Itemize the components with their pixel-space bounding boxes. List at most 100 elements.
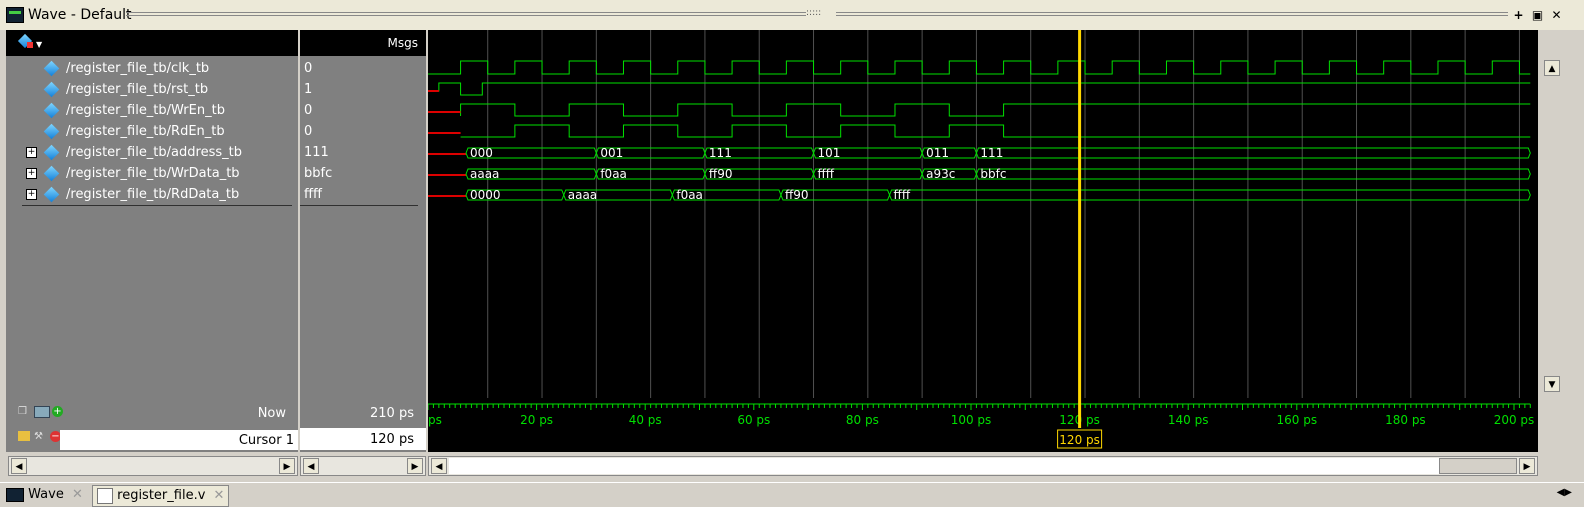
expand-icon[interactable]: +	[26, 168, 37, 179]
signal-list[interactable]: /register_file_tb/clk_tb/register_file_t…	[6, 58, 298, 218]
name-scroll-right[interactable]: ▶	[279, 458, 295, 474]
signal-row[interactable]: /register_file_tb/clk_tb	[6, 58, 298, 79]
cursor-time-label: 120 ps	[1059, 433, 1100, 447]
cursor-value-field: 120 ps	[300, 428, 426, 450]
signal-icon	[43, 123, 60, 140]
signal-dropdown-icon[interactable]: ▼	[17, 33, 42, 50]
wave-scroll-left[interactable]: ◀	[431, 458, 447, 474]
signal-name: /register_file_tb/clk_tb	[66, 61, 210, 76]
rddata-bus-label: f0aa	[676, 188, 703, 202]
cursor-name-field[interactable]: Cursor 1	[60, 430, 298, 450]
zoom-in-icon[interactable]: +	[1512, 9, 1525, 22]
clk-wave	[428, 60, 1531, 75]
tab-wave[interactable]: Wave ✕	[6, 485, 83, 505]
wrench-icon[interactable]: ⚒	[34, 431, 46, 442]
expand-icon[interactable]: +	[26, 147, 37, 158]
waveform-pane[interactable]: 000 001 111 101 011 111 aaaa f0aa ff90 ffff a93c bb…	[428, 30, 1538, 398]
name-hscrollbar[interactable]: ◀ ▶	[8, 456, 298, 476]
signal-name: /register_file_tb/address_tb	[66, 145, 242, 160]
tick-label: 180 ps	[1385, 413, 1426, 427]
signal-row[interactable]: /register_file_tb/rst_tb	[6, 79, 298, 100]
wave-scroll-thumb[interactable]	[1439, 458, 1517, 474]
signal-row[interactable]: /register_file_tb/WrEn_tb	[6, 100, 298, 121]
tick-label: 140 ps	[1168, 413, 1209, 427]
signal-row[interactable]: + /register_file_tb/RdData_tb	[6, 184, 298, 205]
wrdata-bus-label: ffff	[818, 167, 835, 181]
tab-bar: Wave ✕ register_file.v ✕ ◀▶	[0, 482, 1584, 507]
add-cursor-icon[interactable]: ❒	[18, 406, 32, 417]
signal-name: /register_file_tb/RdData_tb	[66, 187, 240, 202]
name-scroll-left[interactable]: ◀	[11, 458, 27, 474]
wrdata-bus-segment	[975, 168, 1531, 180]
tick-label: 200 ps	[1494, 413, 1535, 427]
wrdata-bus-label: aaaa	[470, 167, 499, 181]
address-bus-label: 001	[600, 146, 623, 160]
tab-register-file-close-icon[interactable]: ✕	[214, 488, 225, 503]
plus-cursor-icon[interactable]: +	[52, 406, 63, 417]
msgs-label: Msgs	[387, 36, 418, 50]
wrdata-bus-label: a93c	[926, 167, 955, 181]
value-hscrollbar[interactable]: ◀ ▶	[300, 456, 426, 476]
value-scroll-right[interactable]: ▶	[407, 458, 423, 474]
signal-value: 0	[304, 103, 313, 118]
value-list-end	[300, 205, 418, 206]
tab-scroll-icon[interactable]: ◀▶	[1557, 487, 1572, 498]
address-bus-label: 111	[980, 146, 1003, 160]
tab-register-file[interactable]: register_file.v ✕	[92, 485, 230, 507]
rddata-bus-label: ffff	[894, 188, 911, 202]
scroll-up-button[interactable]: ▲	[1544, 60, 1560, 76]
signal-name: /register_file_tb/WrData_tb	[66, 166, 240, 181]
timeline-pane[interactable]: ps 20 ps 40 ps 60 ps 80 ps 100 ps 120 ps 140 ps…	[428, 398, 1538, 452]
tick-label: 40 ps	[629, 413, 662, 427]
signal-name-header: ▼	[6, 30, 298, 56]
signal-row[interactable]: + /register_file_tb/WrData_tb	[6, 163, 298, 184]
wrdata-bus-label: ff90	[709, 167, 733, 181]
signal-icon	[43, 81, 60, 98]
title-grip-handle[interactable]: :::::	[806, 8, 821, 18]
tab-wave-label: Wave	[28, 487, 64, 502]
source-file-icon	[97, 487, 113, 504]
signal-name: /register_file_tb/WrEn_tb	[66, 103, 225, 118]
tick-label: 160 ps	[1277, 413, 1318, 427]
rddata-bus-label: ff90	[785, 188, 809, 202]
tab-register-file-label: register_file.v	[117, 488, 206, 503]
value-header: Msgs	[300, 30, 426, 56]
rddata-bus-segment	[889, 189, 1531, 201]
cursor-name: Cursor 1	[238, 433, 294, 448]
close-icon[interactable]: ✕	[1550, 9, 1563, 22]
window-title: Wave - Default	[28, 7, 132, 23]
signal-row[interactable]: /register_file_tb/RdEn_tb	[6, 121, 298, 142]
wave-scroll-right[interactable]: ▶	[1519, 458, 1535, 474]
scroll-down-button[interactable]: ▼	[1544, 376, 1560, 392]
signal-value: ffff	[304, 187, 322, 202]
tick-label: 80 ps	[846, 413, 879, 427]
wave-hscrollbar[interactable]: ◀ ▶	[428, 456, 1538, 476]
tick-label: ps	[428, 413, 442, 427]
value-scroll-left[interactable]: ◀	[303, 458, 319, 474]
tick-label: 20 ps	[520, 413, 553, 427]
cursor-properties-icon[interactable]	[34, 406, 50, 418]
wrdata-bus-label: f0aa	[600, 167, 627, 181]
window-title-bar[interactable]: Wave - Default ::::: + ▣ ✕	[0, 0, 1584, 30]
wave-scroll-track[interactable]	[449, 458, 1439, 474]
signal-value: 111	[304, 145, 329, 160]
signal-row[interactable]: + /register_file_tb/address_tb	[6, 142, 298, 163]
vertical-scrollbar[interactable]: ▲ ▼	[1540, 30, 1564, 398]
address-bus-label: 011	[926, 146, 949, 160]
signal-value: 1	[304, 82, 313, 97]
timeline-ruler[interactable]: ps 20 ps 40 ps 60 ps 80 ps 100 ps 120 ps 140 ps…	[428, 398, 1538, 452]
cursor-value: 120 ps	[370, 432, 414, 447]
waveform-canvas[interactable]: 000 001 111 101 011 111aaaa f0aa ff90 ffff a93c bb…	[428, 30, 1538, 398]
address-bus-segment	[975, 147, 1531, 159]
now-value: 210 ps	[370, 406, 414, 421]
now-label: Now	[257, 406, 286, 421]
signal-value: bbfc	[304, 166, 333, 181]
tab-wave-close-icon[interactable]: ✕	[72, 487, 83, 502]
signal-icon	[43, 165, 60, 182]
expand-icon[interactable]: +	[26, 189, 37, 200]
rst-wave	[428, 82, 1531, 96]
rddata-bus-label: aaaa	[568, 188, 597, 202]
undock-icon[interactable]: ▣	[1531, 9, 1544, 22]
title-grip-left	[126, 12, 806, 16]
lock-icon[interactable]	[18, 431, 30, 441]
